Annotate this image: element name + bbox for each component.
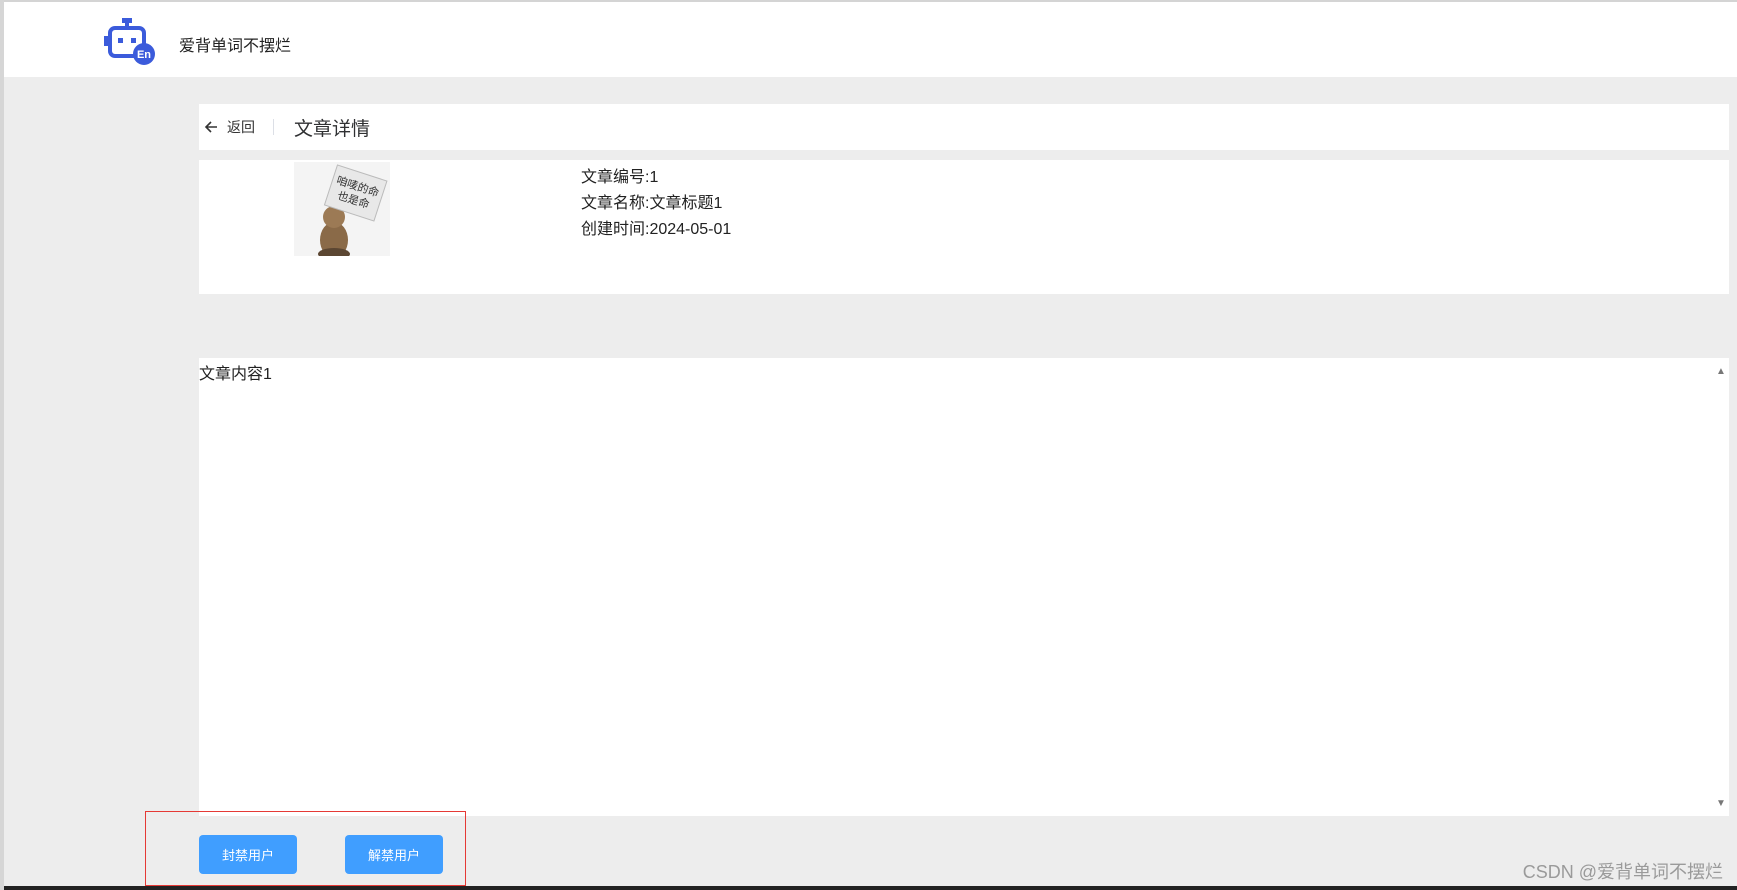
- article-content: 文章内容1: [199, 366, 272, 383]
- article-cover-image: 咱唛的命 也是命: [294, 162, 390, 256]
- robot-logo-icon: En: [104, 18, 156, 66]
- top-bar: En 爱背单词不摆烂: [4, 0, 1737, 77]
- unban-user-button[interactable]: 解禁用户: [345, 835, 443, 874]
- header-divider: [273, 119, 274, 135]
- back-label: 返回: [227, 119, 255, 135]
- back-button[interactable]: 返回: [201, 116, 255, 138]
- watermark: CSDN @爱背单词不摆烂: [1522, 862, 1723, 882]
- page-header: 返回 文章详情: [199, 104, 1729, 150]
- page: En 爱背单词不摆烂 返回 文章详情 咱唛的命 也是命 文章编号:1 文章名称:…: [0, 0, 1737, 890]
- bottom-border: [4, 886, 1737, 890]
- arrow-left-icon: [201, 116, 223, 138]
- article-id: 文章编号:1: [581, 169, 659, 186]
- article-content-area[interactable]: 文章内容1 ▲ ▼: [199, 358, 1729, 816]
- article-meta: 文章编号:1 文章名称:文章标题1 创建时间:2024-05-01: [581, 165, 731, 243]
- article-info-card: 咱唛的命 也是命 文章编号:1 文章名称:文章标题1 创建时间:2024-05-…: [199, 160, 1729, 294]
- ban-user-button[interactable]: 封禁用户: [199, 835, 297, 874]
- article-name: 文章名称:文章标题1: [581, 195, 723, 212]
- page-title: 文章详情: [294, 118, 371, 140]
- scroll-down-arrow-icon[interactable]: ▼: [1715, 798, 1727, 810]
- article-created-time: 创建时间:2024-05-01: [581, 221, 732, 238]
- brand-name: 爱背单词不摆烂: [179, 38, 292, 55]
- scroll-up-arrow-icon[interactable]: ▲: [1715, 366, 1727, 378]
- svg-text:En: En: [137, 49, 151, 61]
